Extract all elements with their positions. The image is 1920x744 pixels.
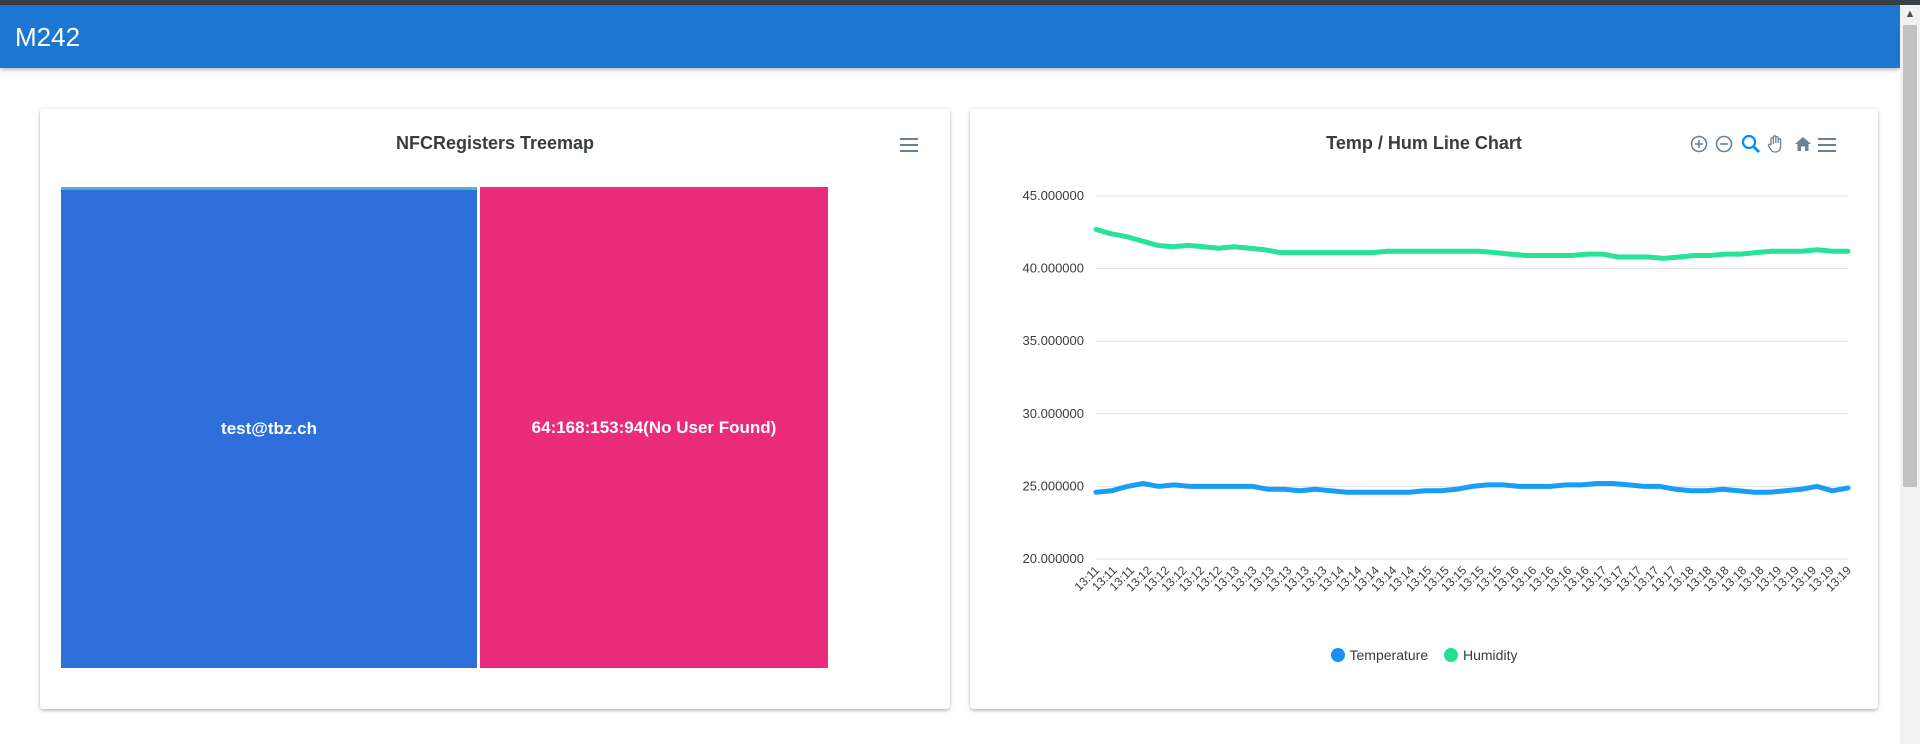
legend-label-humidity: Humidity (1463, 647, 1518, 663)
legend-item-temperature[interactable]: Temperature (1330, 647, 1429, 663)
legend-label-temperature: Temperature (1349, 647, 1429, 663)
treemap-menu-icon[interactable] (898, 136, 920, 154)
y-tick-label: 45.000000 (1023, 188, 1084, 203)
vertical-scrollbar[interactable]: ▲ (1900, 5, 1920, 744)
treemap-card: NFCRegisters Treemap test@tbz.ch 64:168:… (40, 109, 950, 709)
scroll-up-arrow-icon[interactable]: ▲ (1900, 5, 1920, 23)
y-tick-label: 40.000000 (1023, 261, 1084, 276)
treemap-tile-no-user-found[interactable]: 64:168:153:94(No User Found) (480, 187, 828, 668)
series-line-temperature[interactable] (1093, 481, 1851, 495)
scrollbar-thumb[interactable] (1903, 25, 1917, 487)
legend-marker-temperature (1330, 648, 1345, 662)
y-tick-label: 20.000000 (1023, 551, 1084, 566)
series-line-humidity[interactable] (1093, 226, 1851, 261)
linechart-card: Temp / Hum Line Chart 45.000000 40.000000… (970, 109, 1878, 709)
treemap-tile-label: test@tbz.ch (221, 419, 317, 438)
treemap-tile-test-user[interactable]: test@tbz.ch (61, 190, 477, 668)
y-tick-label: 25.000000 (1023, 478, 1084, 493)
app-bar: M242 (0, 5, 1900, 68)
line-chart-plot: 45.000000 40.000000 35.000000 30.000000 25.0… (1023, 188, 1855, 594)
app-title: M242 (15, 22, 81, 52)
y-tick-label: 30.000000 (1023, 406, 1084, 421)
legend-item-humidity[interactable]: Humidity (1444, 647, 1517, 663)
legend-marker-humidity (1444, 648, 1458, 662)
y-tick-label: 35.000000 (1023, 333, 1084, 348)
treemap-title: NFCRegisters Treemap (395, 133, 595, 153)
treemap-tile-label: 64:168:153:94(No User Found) (531, 417, 777, 437)
chart-legend: Temperature Humidity (970, 647, 1878, 665)
